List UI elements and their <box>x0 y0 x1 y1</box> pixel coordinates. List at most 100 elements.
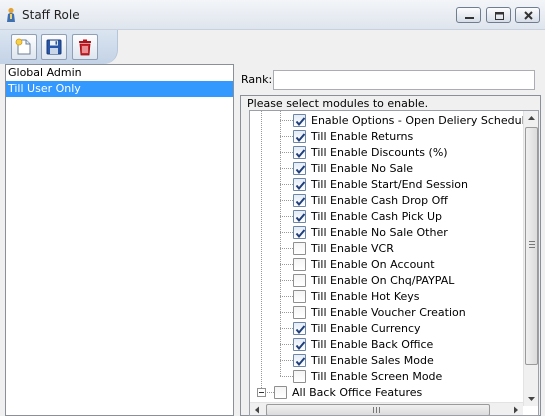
checkbox-checked[interactable] <box>293 114 306 127</box>
check-icon <box>295 133 306 143</box>
toolbar <box>0 30 545 64</box>
checkbox-unchecked[interactable] <box>293 242 306 255</box>
checkbox-checked[interactable] <box>293 210 306 223</box>
new-document-icon <box>15 38 31 55</box>
floppy-disk-icon <box>46 39 62 55</box>
module-item[interactable]: Till Enable Hot Keys <box>250 288 522 304</box>
delete-button[interactable] <box>72 34 98 60</box>
grip-icon <box>529 241 535 248</box>
minimize-button[interactable] <box>456 7 481 23</box>
checkbox-checked[interactable] <box>293 226 306 239</box>
checkbox-unchecked[interactable] <box>274 386 287 399</box>
check-icon <box>295 165 306 175</box>
check-icon <box>295 325 306 335</box>
module-item[interactable]: Till Enable Back Office <box>250 336 522 352</box>
module-label: Till Enable Cash Drop Off <box>311 194 448 207</box>
module-item[interactable]: Till Enable Cash Drop Off <box>250 192 522 208</box>
role-item[interactable]: Global Admin <box>6 65 233 81</box>
scroll-right-button[interactable] <box>508 403 523 415</box>
role-list[interactable]: Global Admin Till User Only <box>5 64 234 416</box>
checkbox-checked[interactable] <box>293 354 306 367</box>
tree-connector <box>280 232 293 233</box>
tree-connector <box>280 280 293 281</box>
module-label: Till Enable Back Office <box>311 338 434 351</box>
modules-tree[interactable]: Enable Options - Open Deliery Schedule Ti… <box>249 110 539 416</box>
module-item[interactable]: Till Enable Currency <box>250 320 522 336</box>
module-label: Till Enable Sales Mode <box>311 354 434 367</box>
module-item[interactable]: Till Enable No Sale <box>250 160 522 176</box>
collapse-toggle-icon[interactable] <box>257 388 266 397</box>
horizontal-scroll-thumb[interactable] <box>266 404 490 415</box>
rank-label: Rank: <box>241 73 273 86</box>
module-item[interactable]: Till Enable Cash Pick Up <box>250 208 522 224</box>
arrow-down-icon <box>528 397 535 401</box>
module-item[interactable]: Till Enable Discounts (%) <box>250 144 522 160</box>
scroll-up-button[interactable] <box>524 111 538 126</box>
module-label: Till Enable Voucher Creation <box>311 306 466 319</box>
save-button[interactable] <box>41 34 67 60</box>
tree-connector <box>280 200 293 201</box>
module-item[interactable]: Till Enable Voucher Creation <box>250 304 522 320</box>
module-item[interactable]: Till Enable Screen Mode <box>250 368 522 384</box>
tree-connector <box>280 152 293 153</box>
checkbox-unchecked[interactable] <box>293 290 306 303</box>
module-item[interactable]: Enable Options - Open Deliery Schedule <box>250 112 531 128</box>
module-label: Till Enable Currency <box>311 322 421 335</box>
module-label: Till Enable VCR <box>311 242 394 255</box>
module-item[interactable]: Till Enable On Chq/PAYPAL <box>250 272 522 288</box>
tree-connector <box>280 360 293 361</box>
trash-can-icon <box>79 39 91 56</box>
checkbox-checked[interactable] <box>293 146 306 159</box>
module-item[interactable]: Till Enable Returns <box>250 128 522 144</box>
module-label: Till Enable Start/End Session <box>311 178 468 191</box>
vertical-scroll-thumb[interactable] <box>525 127 538 365</box>
tree-connector <box>280 120 293 121</box>
tree-connector <box>280 264 293 265</box>
scroll-down-button[interactable] <box>524 391 538 406</box>
vertical-scrollbar[interactable] <box>523 111 538 406</box>
scroll-left-button[interactable] <box>250 403 265 415</box>
module-label: Till Enable Returns <box>311 130 414 143</box>
check-icon <box>295 197 306 207</box>
rank-input[interactable] <box>273 70 535 90</box>
checkbox-unchecked[interactable] <box>293 370 306 383</box>
tree-connector <box>280 312 293 313</box>
checkbox-unchecked[interactable] <box>293 306 306 319</box>
module-item[interactable]: Till Enable Start/End Session <box>250 176 522 192</box>
close-button[interactable] <box>515 7 540 23</box>
checkbox-unchecked[interactable] <box>293 258 306 271</box>
module-item[interactable]: Till Enable No Sale Other <box>250 224 522 240</box>
checkbox-checked[interactable] <box>293 194 306 207</box>
modules-caption: Please select modules to enable. <box>247 97 429 110</box>
check-icon <box>295 341 306 351</box>
maximize-icon <box>495 12 504 20</box>
module-label: Till Enable Cash Pick Up <box>311 210 443 223</box>
check-icon <box>295 229 306 239</box>
maximize-button[interactable] <box>486 7 511 23</box>
module-item[interactable]: Till Enable On Account <box>250 256 522 272</box>
tree-connector <box>280 248 293 249</box>
checkbox-checked[interactable] <box>293 178 306 191</box>
module-label: Till Enable Hot Keys <box>311 290 420 303</box>
tree-connector <box>280 376 293 377</box>
module-item[interactable]: Till Enable VCR <box>250 240 522 256</box>
tree-connector <box>280 136 293 137</box>
module-label: Till Enable On Chq/PAYPAL <box>311 274 455 287</box>
app-icon <box>7 7 15 22</box>
horizontal-scrollbar[interactable] <box>250 402 523 415</box>
module-item[interactable]: All Back Office Features <box>250 384 522 400</box>
checkbox-unchecked[interactable] <box>293 274 306 287</box>
checkbox-checked[interactable] <box>293 338 306 351</box>
checkbox-checked[interactable] <box>293 322 306 335</box>
check-icon <box>295 181 306 191</box>
checkbox-checked[interactable] <box>293 162 306 175</box>
new-button[interactable] <box>11 34 37 60</box>
module-item[interactable]: Till Enable Sales Mode <box>250 352 522 368</box>
checkbox-checked[interactable] <box>293 130 306 143</box>
role-item[interactable]: Till User Only <box>6 81 233 97</box>
tree-connector <box>280 296 293 297</box>
module-label: Till Enable Screen Mode <box>311 370 443 383</box>
check-icon <box>295 357 306 367</box>
title-bar[interactable]: Staff Role <box>0 0 545 30</box>
arrow-left-icon <box>255 406 259 414</box>
